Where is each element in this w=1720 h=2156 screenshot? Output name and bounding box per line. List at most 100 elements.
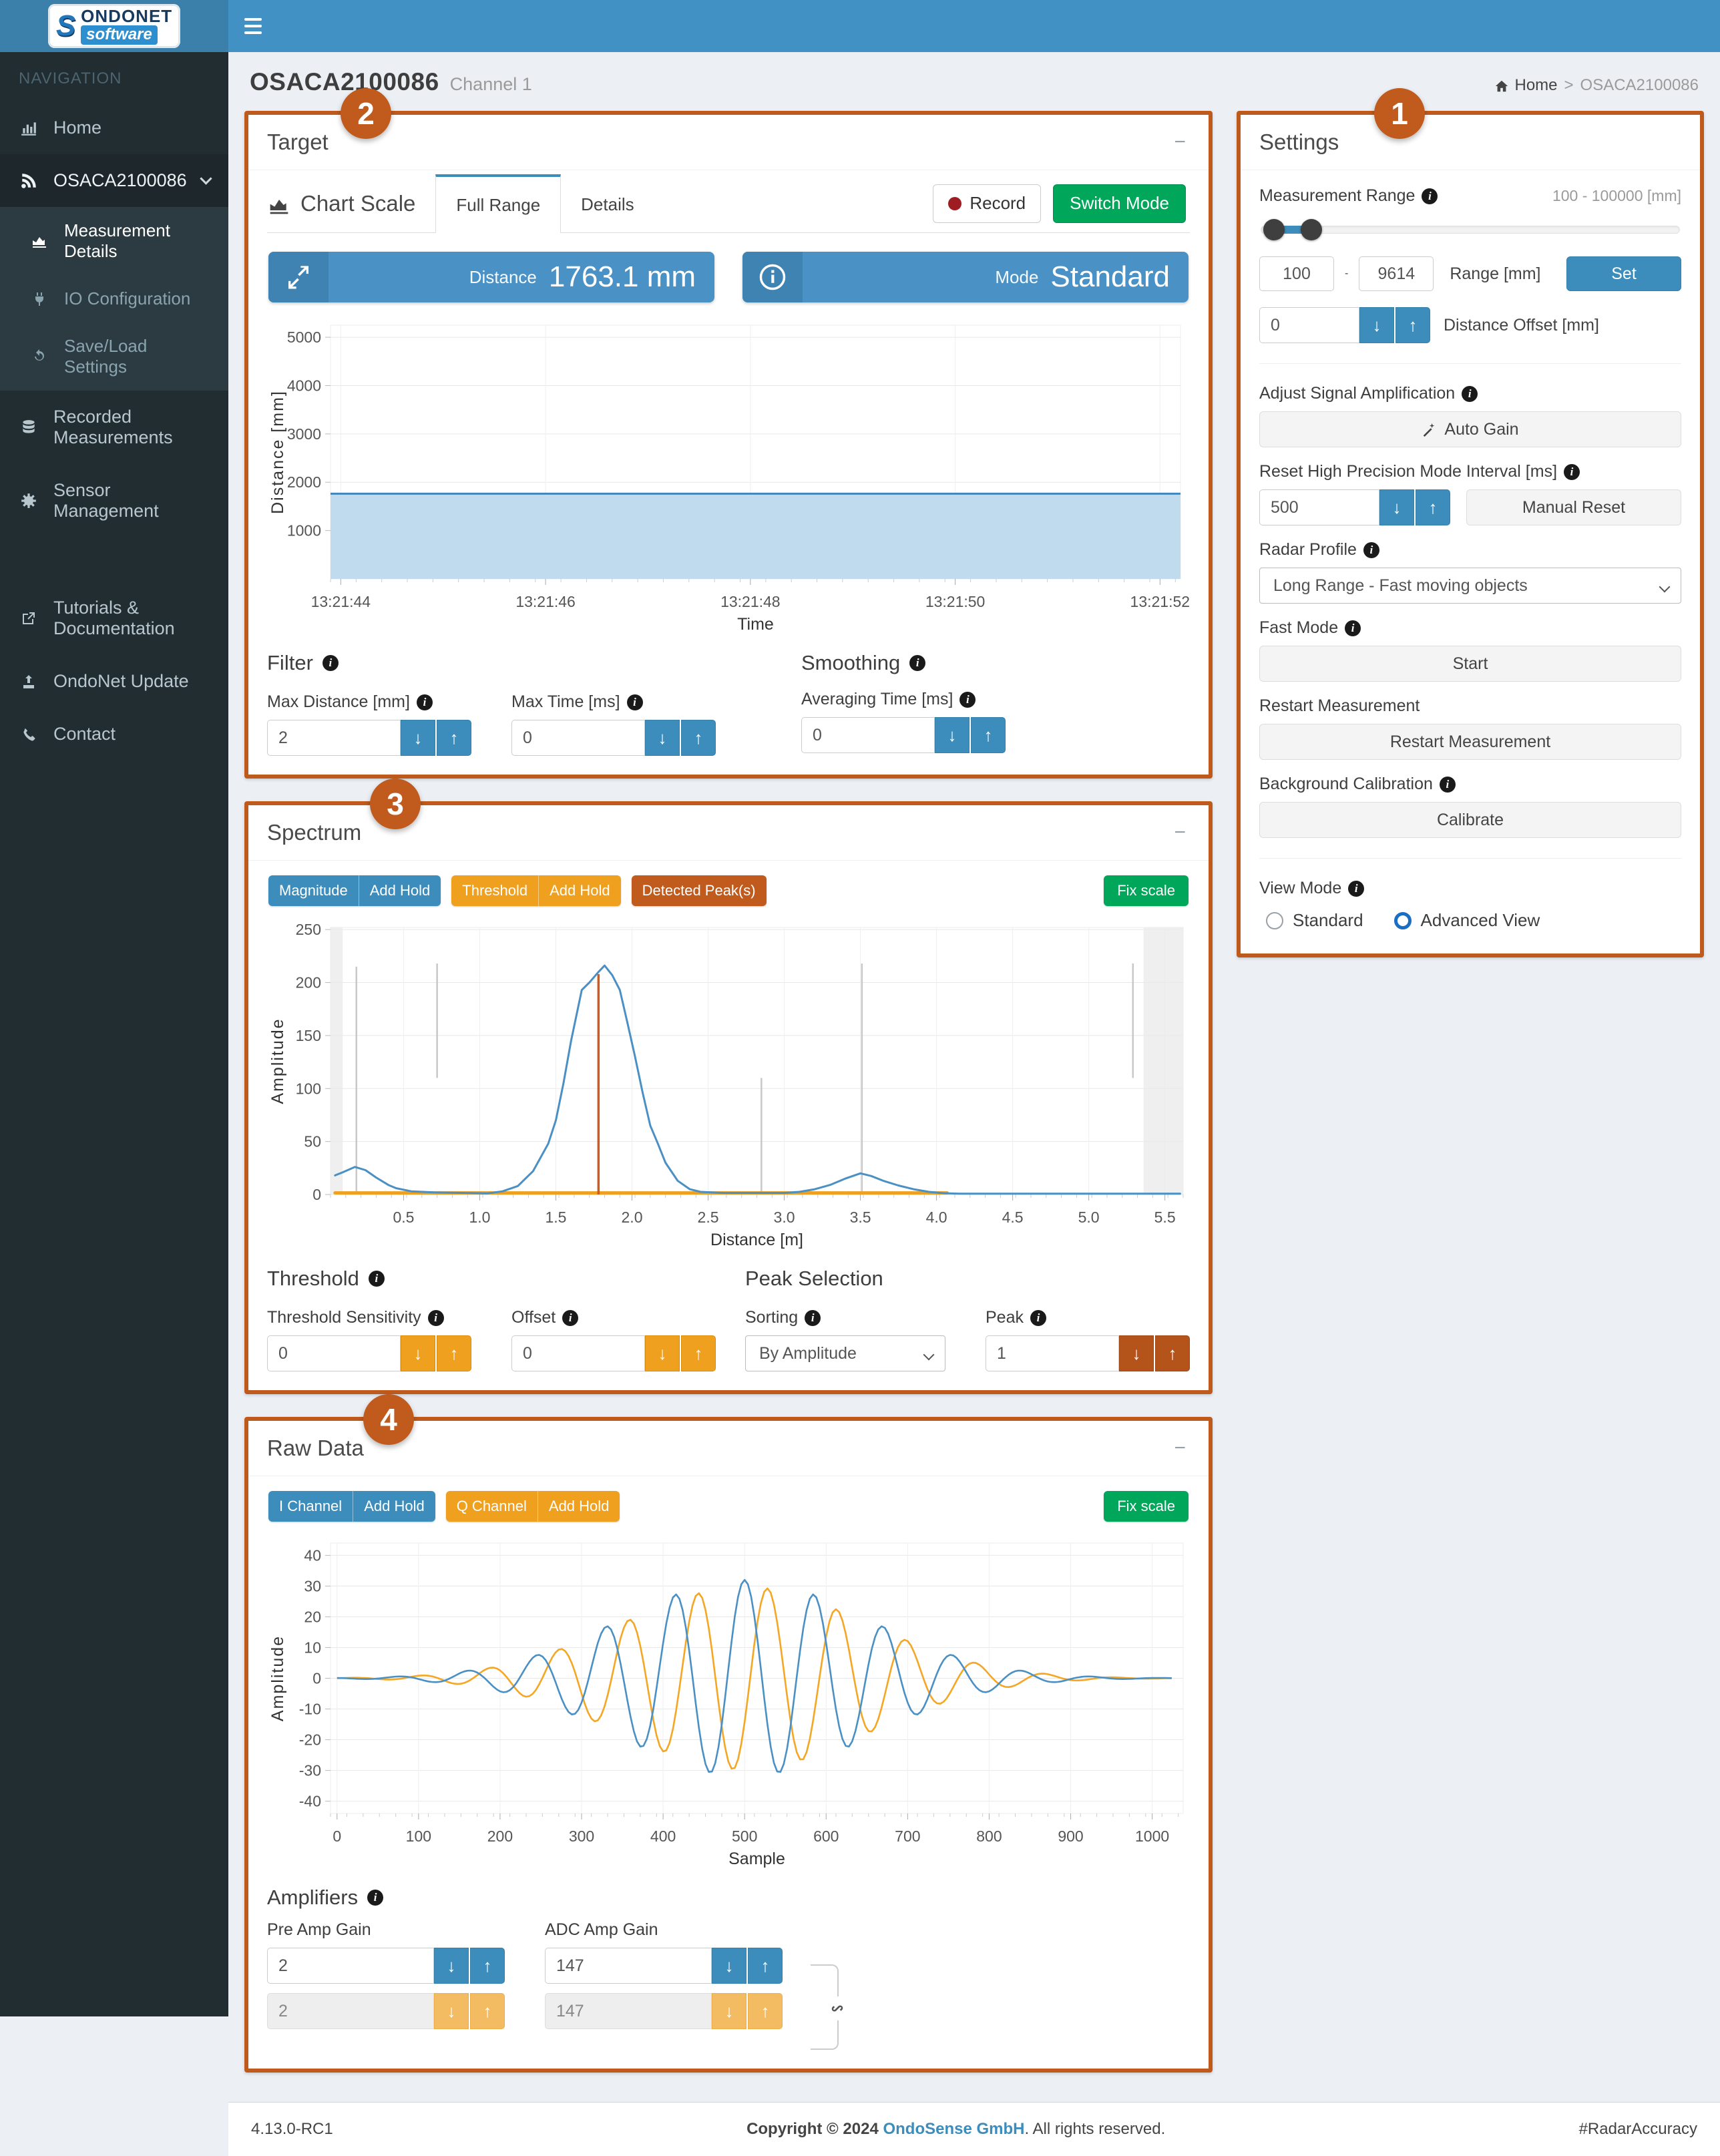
decrement-button[interactable] [401,1335,435,1371]
averaging-time-input[interactable] [801,717,935,753]
sidebar-item-osaca[interactable]: OSACA2100086 [0,154,228,207]
decrement-button[interactable] [1359,307,1394,343]
collapse-icon[interactable] [1170,1438,1190,1458]
info-icon[interactable] [1422,188,1438,204]
info-icon[interactable] [805,1310,821,1326]
decrement-button[interactable] [712,1948,746,1984]
increment-button[interactable] [470,1948,505,1984]
decrement-button[interactable] [434,1948,469,1984]
sidebar-item-measurement-details[interactable]: Measurement Details [0,207,228,275]
q-channel-legend-button[interactable]: Q Channel Add Hold [446,1491,620,1522]
fix-scale-button[interactable]: Fix scale [1104,1491,1189,1522]
info-icon[interactable] [1348,881,1364,897]
slider-handle-min[interactable] [1263,219,1285,240]
adc-amp-gain-input[interactable] [545,1948,712,1984]
info-icon[interactable] [562,1310,578,1326]
decrement-button[interactable] [645,1335,680,1371]
info-circle-icon[interactable] [742,252,803,302]
magnitude-legend-button[interactable]: Magnitude Add Hold [268,875,441,906]
collapse-icon[interactable] [1170,132,1190,152]
sidebar-item-tutorials-documentation[interactable]: Tutorials & Documentation [0,582,228,655]
decrement-button[interactable] [1379,489,1414,525]
info-icon[interactable] [367,1890,383,1906]
q-channel-add-hold-button[interactable]: Add Hold [538,1491,620,1522]
i-channel-add-hold-button[interactable]: Add Hold [353,1491,435,1522]
sidebar-item-recorded-measurements[interactable]: Recorded Measurements [0,391,228,464]
info-icon[interactable] [369,1271,385,1287]
high-precision-interval-input[interactable] [1259,489,1379,525]
info-icon[interactable] [627,694,643,710]
increment-button[interactable] [437,1335,471,1371]
measurement-range-slider[interactable] [1261,226,1680,234]
info-icon[interactable] [1564,464,1580,480]
increment-button[interactable] [1395,307,1430,343]
increment-button[interactable] [681,720,716,756]
range-max-input[interactable] [1359,256,1434,291]
fix-scale-button[interactable]: Fix scale [1104,875,1189,906]
pre-amp-gain-input[interactable] [267,1948,434,1984]
logo-area[interactable]: S ONDONET software [0,0,228,52]
increment-button[interactable] [1416,489,1450,525]
sidebar-item-sensor-management[interactable]: Sensor Management [0,464,228,537]
info-icon[interactable] [1030,1310,1046,1326]
sidebar-item-contact[interactable]: Contact [0,708,228,761]
decrement-button[interactable] [645,720,680,756]
sidebar-item-home[interactable]: Home [0,101,228,154]
info-icon[interactable] [1363,542,1379,558]
auto-gain-button[interactable]: Auto Gain [1259,411,1681,447]
radar-profile-select[interactable]: Long Range - Fast moving objects [1259,568,1681,604]
max-distance-input[interactable] [267,720,401,756]
increment-button[interactable] [681,1335,716,1371]
view-mode-advanced-radio[interactable]: Advanced View [1394,910,1540,931]
decrement-button[interactable] [935,717,970,753]
footer: 4.13.0-RC1 Copyright © 2024 OndoSense Gm… [228,2102,1720,2156]
slider-handle-max[interactable] [1301,219,1322,240]
offset-input[interactable] [511,1335,645,1371]
expand-arrows-icon[interactable] [268,252,329,302]
restart-measurement-button[interactable]: Restart Measurement [1259,724,1681,760]
fast-mode-start-button[interactable]: Start [1259,646,1681,682]
i-channel-legend-button[interactable]: I Channel Add Hold [268,1491,435,1522]
peak-input[interactable] [986,1335,1119,1371]
calibrate-button[interactable]: Calibrate [1259,802,1681,838]
chain-link-icon[interactable] [825,1996,849,2020]
magnitude-add-hold-button[interactable]: Add Hold [359,875,441,906]
increment-button[interactable] [1155,1335,1190,1371]
sidebar-toggle-icon[interactable] [242,16,264,36]
info-icon[interactable] [909,655,925,671]
threshold-sensitivity-input[interactable] [267,1335,401,1371]
decrement-button[interactable] [401,720,435,756]
max-time-input[interactable] [511,720,645,756]
company-link[interactable]: OndoSense GmbH [883,2120,1024,2138]
increment-button[interactable] [971,717,1006,753]
increment-button[interactable] [437,720,471,756]
threshold-legend-button[interactable]: Threshold Add Hold [451,875,620,906]
range-min-input[interactable] [1259,256,1334,291]
svg-text:200: 200 [296,974,321,992]
sidebar-item-ondonet-update[interactable]: OndoNet Update [0,655,228,708]
info-icon[interactable] [428,1310,444,1326]
manual-reset-button[interactable]: Manual Reset [1466,489,1681,525]
tab-full-range[interactable]: Full Range [435,174,561,233]
view-mode-standard-radio[interactable]: Standard [1266,910,1363,931]
info-icon[interactable] [959,692,976,708]
info-icon[interactable] [1440,777,1456,793]
sidebar-item-save-load-settings[interactable]: Save/Load Settings [0,322,228,391]
switch-mode-button[interactable]: Switch Mode [1053,184,1186,223]
collapse-icon[interactable] [1170,823,1190,843]
detected-peaks-legend-button[interactable]: Detected Peak(s) [632,875,767,906]
breadcrumb-home-link[interactable]: Home [1494,76,1557,95]
sidebar-item-io-configuration[interactable]: IO Configuration [0,275,228,322]
sorting-select[interactable]: By Amplitude [745,1335,945,1371]
increment-button[interactable] [748,1948,783,1984]
record-button[interactable]: Record [933,184,1041,223]
decrement-button[interactable] [1119,1335,1154,1371]
threshold-add-hold-button[interactable]: Add Hold [538,875,621,906]
distance-offset-input[interactable] [1259,307,1359,343]
info-icon[interactable] [322,655,339,671]
info-icon[interactable] [1462,386,1478,402]
set-range-button[interactable]: Set [1566,256,1681,291]
info-icon[interactable] [1345,620,1361,636]
info-icon[interactable] [417,694,433,710]
tab-details[interactable]: Details [561,174,654,232]
